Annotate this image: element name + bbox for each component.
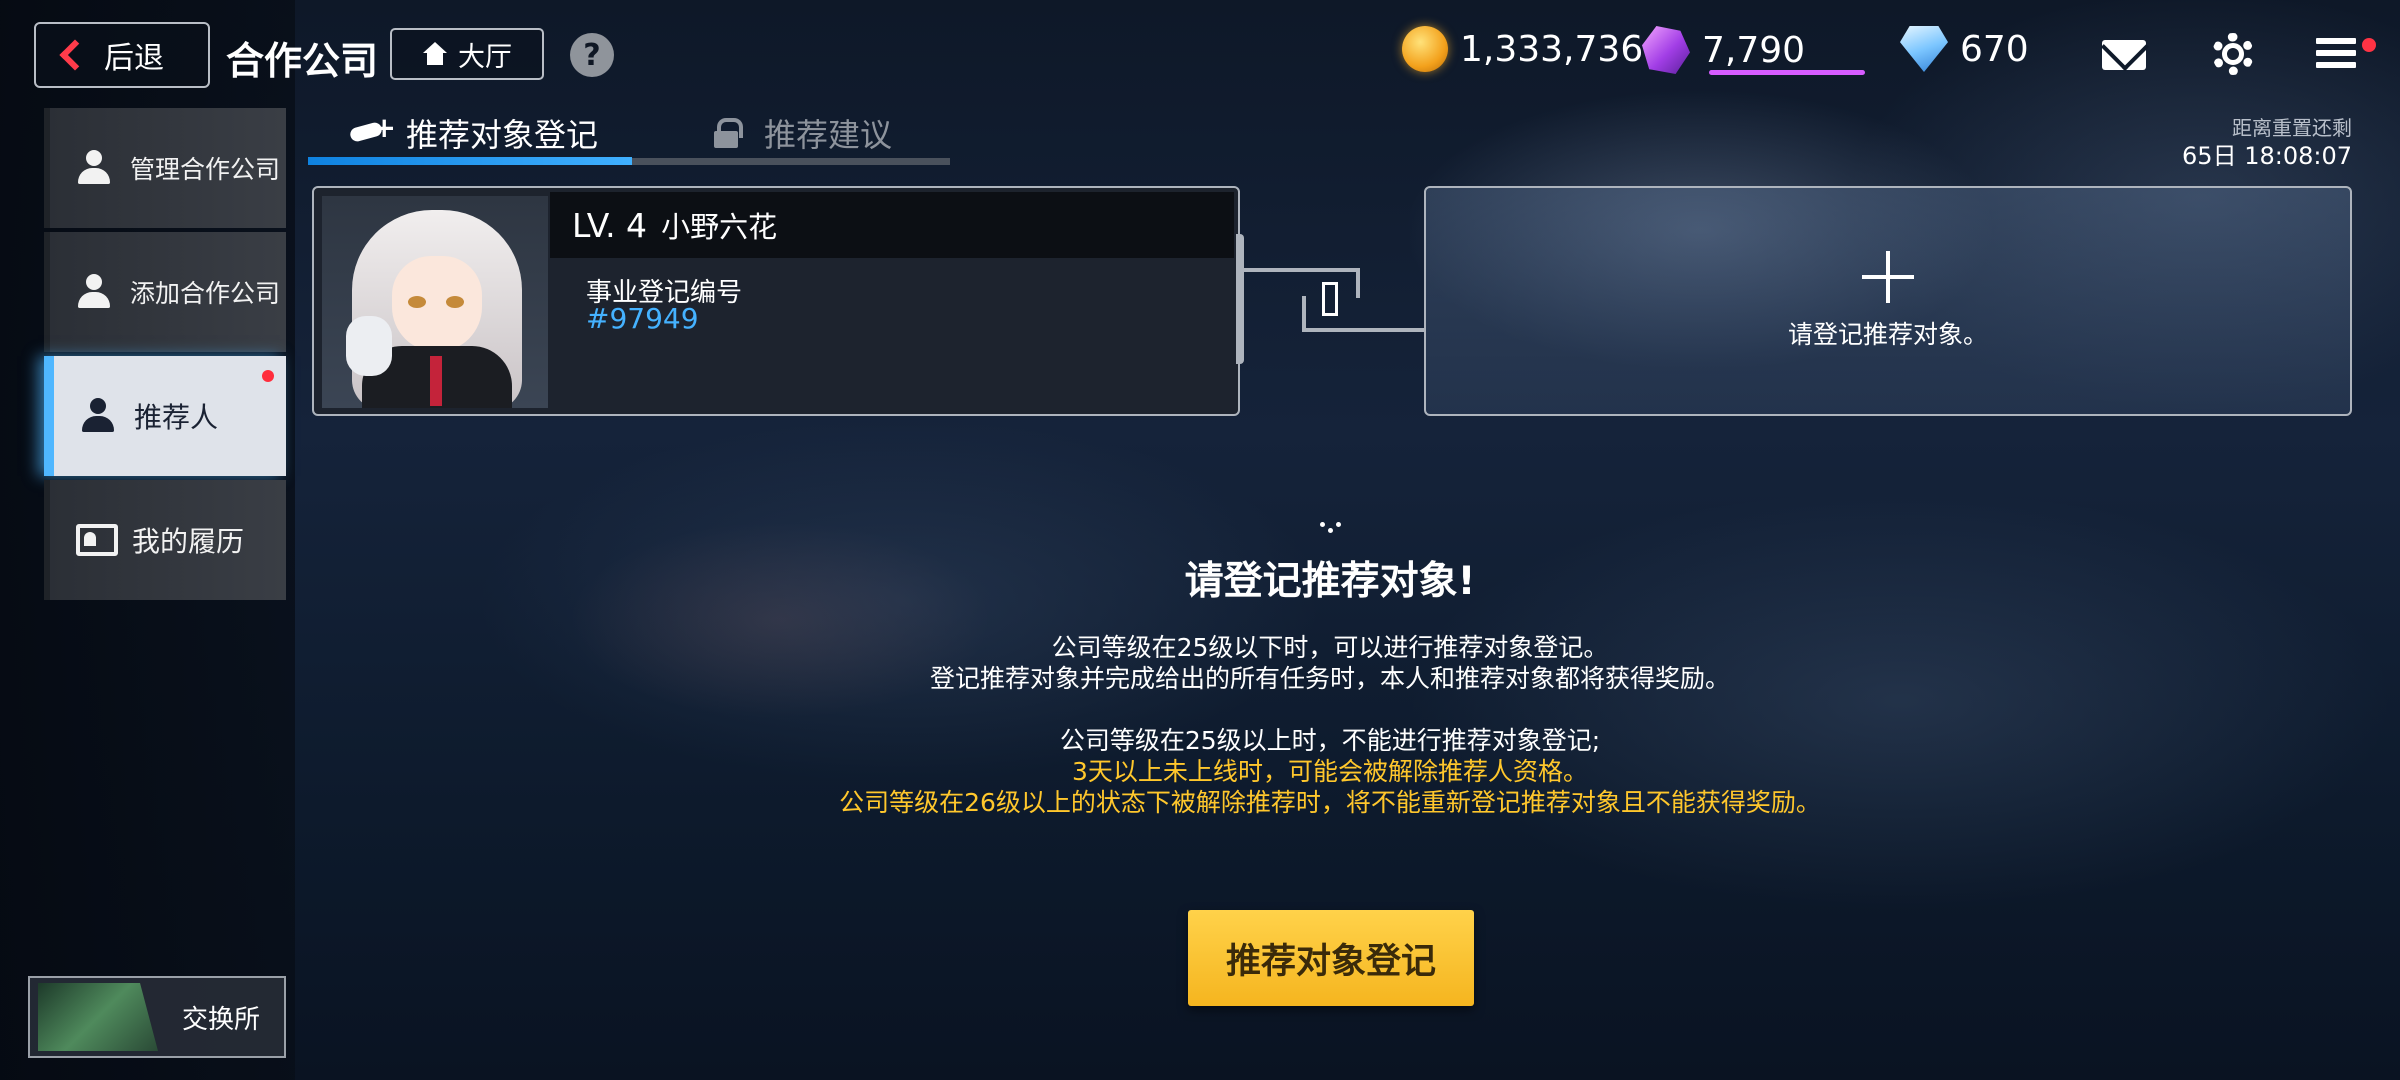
exchange-thumbnail [38,983,158,1051]
connector-node [1322,282,1338,316]
tab-label: 推荐对象登记 [406,116,599,154]
reset-countdown: 65日 18:08:07 [2182,142,2352,170]
info-line: 公司等级在25级以上时，不能进行推荐对象登记; [1059,726,1601,755]
mail-icon[interactable] [2102,40,2146,70]
profile-name: 小野六花 [661,210,778,244]
gold-amount: 1,333,736 [1460,28,1644,70]
page-title: 合作公司 [226,39,379,83]
plus-icon [1862,251,1914,303]
people-icon [76,150,116,186]
profile-level: LV. 4 [572,205,648,245]
lobby-button[interactable]: 大厅 [390,28,544,80]
register-slot-text: 请登记推荐对象。 [1787,320,1988,349]
gold-coin-icon [1402,26,1448,72]
notification-dot [262,370,274,382]
connector-line [1244,268,1360,272]
gear-icon[interactable] [2212,33,2254,75]
warning-line: 公司等级在26级以上的状态下被解除推荐时，将不能重新登记推荐对象且不能获得奖励。 [839,788,1821,817]
diamond-icon [1900,26,1948,72]
back-label: 后退 [104,41,164,76]
home-icon [422,42,448,66]
profile-card: LV. 4 小野六花 事业登记编号 #97949 [312,186,1240,416]
registration-number: #97949 [586,302,699,335]
sidebar-item-label: 推荐人 [134,401,219,434]
chevron-left-icon [59,39,91,71]
info-line: 登记推荐对象并完成给出的所有任务时，本人和推荐对象都将获得奖励。 [929,664,1730,693]
register-slot[interactable]: 请登记推荐对象。 [1424,186,2352,416]
dots-icon [1318,518,1344,534]
exchange-label: 交换所 [182,1004,261,1035]
gold-currency[interactable]: 1,333,736 [1402,26,1643,72]
crystal-amount: 7,790 [1702,29,1806,71]
register-recommendee-button[interactable]: 推荐对象登记 [1188,910,1474,1006]
connector-line [1302,328,1424,332]
crystal-icon [1642,26,1690,74]
warning-line: 3天以上未上线时，可能会被解除推荐人资格。 [1072,757,1588,786]
diamond-currency[interactable]: 670 [1900,26,2029,72]
tab-register-recommendee[interactable]: 推荐对象登记 [350,110,598,156]
connector-line [1356,268,1360,298]
menu-notification-dot [2362,38,2376,52]
lock-icon [714,118,743,148]
help-icon[interactable]: ? [570,33,614,77]
connector-line [1302,296,1306,332]
lobby-label: 大厅 [458,41,512,73]
add-person-icon [76,274,116,310]
info-title: 请登记推荐对象! [1184,559,1476,604]
sidebar-item-add-partner[interactable]: 添加合作公司 [44,232,286,352]
menu-icon[interactable] [2316,38,2356,70]
sidebar-item-label: 管理合作公司 [130,155,281,184]
character-portrait [322,196,548,408]
exchange-button[interactable]: 交换所 [28,976,286,1058]
tab-label: 推荐建议 [764,116,893,154]
tab-active-indicator [308,157,632,165]
profile-header: LV. 4 小野六花 [550,192,1234,258]
crystal-underline [1709,70,1865,75]
card-connector-tab [1236,234,1244,364]
sidebar-item-label: 添加合作公司 [130,279,281,308]
back-button[interactable]: 后退 [34,22,210,88]
sidebar-item-recommender[interactable]: 推荐人 [44,356,286,476]
info-line: 公司等级在25级以下时，可以进行推荐对象登记。 [1051,633,1609,662]
crystal-currency[interactable]: 7,790 [1642,26,1805,74]
tab-recommend-advice[interactable]: 推荐建议 [714,110,892,156]
recommender-icon [80,398,120,434]
diamond-amount: 670 [1960,28,2029,70]
sidebar-item-manage-partners[interactable]: 管理合作公司 [44,108,286,228]
handshake-icon [350,111,396,147]
